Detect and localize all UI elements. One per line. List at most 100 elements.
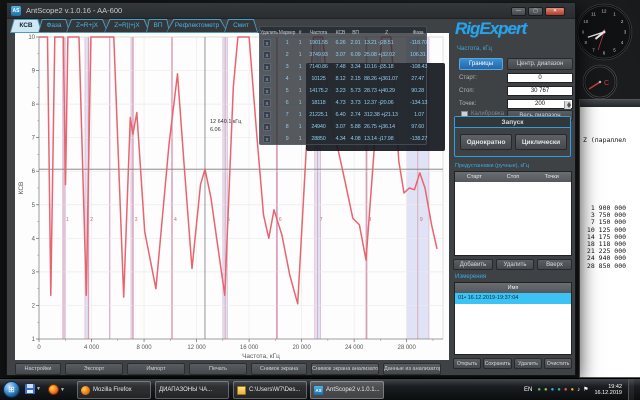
- toolbar-button-7[interactable]: Данные из анализатора: [383, 363, 441, 375]
- bounds-mode-button[interactable]: Границы: [459, 58, 503, 70]
- marker-delete-button[interactable]: X: [263, 123, 271, 131]
- marker-col-header: КСВ: [333, 30, 348, 36]
- preset-delete-button[interactable]: Удалить: [496, 259, 534, 270]
- show-desktop-button[interactable]: [628, 379, 634, 400]
- folder-icon: [237, 386, 246, 395]
- taskbar-task-folder[interactable]: C:\Users\W7\Des...: [233, 381, 307, 399]
- tab-ВП[interactable]: ВП: [146, 19, 170, 33]
- preset-add-button[interactable]: Добавить: [453, 259, 493, 270]
- svg-text:5: 5: [32, 203, 36, 209]
- tab-Фаза[interactable]: Фаза: [38, 19, 70, 33]
- toolbar-button-6[interactable]: Снимок экрана анализатора: [311, 363, 379, 375]
- quicklaunch-firefox[interactable]: ▼: [48, 384, 65, 395]
- marker-cell: 3.07: [333, 124, 348, 130]
- action-center-icon[interactable]: ⚑: [583, 387, 588, 393]
- maximize-button[interactable]: ▢: [528, 7, 543, 16]
- marker-table-popup: УдалитьМаркер#ЧастотаКСВВПZФаза X111901.…: [259, 26, 427, 145]
- taskbar-task-antscope[interactable]: ASAntScope2 v.1.0.1...: [310, 381, 384, 399]
- marker-delete-button[interactable]: X: [263, 39, 271, 47]
- measurement-open-button[interactable]: Открыть: [453, 358, 481, 369]
- measurement-item-selected[interactable]: 01• 16.12.2019-19:37:04: [455, 293, 571, 304]
- tab-КСВ[interactable]: КСВ: [10, 19, 42, 33]
- marker-col-header: #: [296, 30, 304, 36]
- start-frequency-input[interactable]: 0: [507, 73, 573, 83]
- start-button[interactable]: ⊞: [3, 381, 20, 398]
- toolbar-button-1[interactable]: Настройки: [15, 363, 61, 375]
- center-span-mode-button[interactable]: Центр, диапазон: [507, 58, 573, 70]
- volume-icon[interactable]: ♪: [577, 387, 580, 393]
- app-icon: AS: [11, 6, 21, 16]
- marker-cell: 3.73: [348, 100, 363, 106]
- marker-delete-button[interactable]: X: [263, 63, 271, 71]
- tab-bar: КСВФазаZ=R+jXZ=R||+jXВПРефлектометрСмит: [10, 19, 254, 33]
- marker-delete-button[interactable]: X: [263, 99, 271, 107]
- stop-frequency-input[interactable]: 30 767: [507, 86, 573, 96]
- toolbar-button-5[interactable]: Снимок экрана: [251, 363, 307, 375]
- marker-cell: 28850: [304, 136, 333, 142]
- toolbar-button-2[interactable]: Экспорт: [65, 363, 123, 375]
- notepad-text[interactable]: Z (параллел 1 900 000 3 750 000 7 150 00…: [580, 107, 640, 284]
- taskbar-clock[interactable]: 19:42 16.12.2019: [594, 384, 622, 397]
- marker-col-header: Маркер: [278, 30, 296, 36]
- toolbar-button-4[interactable]: Печать: [189, 363, 247, 375]
- marker-cell: 1.07: [410, 112, 426, 118]
- tray-status-blue-icon[interactable]: ●: [551, 387, 555, 393]
- svg-text:0: 0: [37, 345, 41, 351]
- chevron-down-icon[interactable]: ▼: [60, 387, 65, 393]
- marker-delete-button[interactable]: X: [263, 75, 271, 83]
- tab-Z=R+jX[interactable]: Z=R+jX: [66, 19, 108, 33]
- measurement-delete-button[interactable]: Удалить: [514, 358, 542, 369]
- points-input[interactable]: 200: [507, 99, 573, 109]
- close-button[interactable]: ✕: [545, 7, 565, 16]
- gauge-letter: C: [604, 80, 609, 87]
- marker-cell: 88.26 +j361.07: [363, 76, 410, 82]
- tray-icons: ●●●●●●♪⚑: [537, 387, 588, 393]
- marker-col-header: Удалить: [260, 30, 278, 36]
- svg-text:20 000: 20 000: [292, 345, 311, 351]
- language-indicator[interactable]: EN: [524, 387, 532, 393]
- marker-cell: 2.15: [348, 76, 363, 82]
- preset-up-button[interactable]: Вверх: [537, 259, 572, 270]
- points-spinner[interactable]: [564, 101, 571, 109]
- chevron-down-icon[interactable]: ▼: [36, 386, 41, 392]
- marker-delete-button[interactable]: X: [263, 135, 271, 143]
- tray-status-orange-icon[interactable]: ●: [570, 387, 574, 393]
- tray-status-green-icon[interactable]: ●: [537, 387, 541, 393]
- run-cyclic-button[interactable]: Циклически: [515, 134, 567, 150]
- notepad-window: Z (параллел 1 900 000 3 750 000 7 150 00…: [579, 99, 640, 378]
- taskbar-task-firefox[interactable]: Mozilla Firefox: [77, 381, 151, 399]
- presets-label: Предустановки (ручные), кГц: [455, 163, 529, 169]
- marker-cell: -108.43: [410, 64, 429, 70]
- tab-Рефлектометр[interactable]: Рефлектометр: [166, 19, 228, 33]
- taskbar: ⊞ ▼ ▼ Mozilla FirefoxДИАПАЗОНЫ ЧА...C:\U…: [0, 378, 640, 400]
- control-panel: RigExpert Частота, кГц Границы Центр, ди…: [453, 19, 573, 375]
- run-single-button[interactable]: Однократно: [460, 134, 512, 150]
- marker-delete-button[interactable]: X: [263, 111, 271, 119]
- marker-delete-button[interactable]: X: [263, 87, 271, 95]
- rigexpert-logo: RigExpert: [455, 19, 526, 39]
- toolbar-button-3[interactable]: Импорт: [127, 363, 185, 375]
- marker-cell: 90.28: [410, 88, 426, 94]
- marker-delete-button[interactable]: X: [263, 51, 271, 59]
- tab-Смит[interactable]: Смит: [224, 19, 258, 33]
- tab-Z=R||+jX[interactable]: Z=R||+jX: [104, 19, 150, 33]
- quicklaunch-save[interactable]: ▼: [25, 384, 41, 394]
- marker-cell: 7.48: [333, 64, 348, 70]
- tray-status-red-icon[interactable]: ●: [564, 387, 568, 393]
- marker-cell: 18118: [304, 100, 333, 106]
- taskbar-task-notepad[interactable]: ДИАПАЗОНЫ ЧА...: [155, 381, 229, 399]
- minimize-button[interactable]: —: [511, 7, 526, 16]
- marker-col-header: Фаза: [410, 30, 426, 36]
- bottom-toolbar: Настройки Экспорт Импорт Печать Снимок экран…: [15, 363, 449, 376]
- run-groupbox: Запуск Однократно Циклически: [454, 116, 571, 157]
- measurement-clear-button[interactable]: Очистить: [544, 358, 572, 369]
- svg-text:9: 9: [32, 69, 36, 75]
- presets-table[interactable]: Старт Стоп Точки: [454, 171, 572, 256]
- marker-row: X41101258.122.1588.26 +j361.0727.47: [260, 73, 426, 85]
- measurement-save-button[interactable]: Сохранить: [483, 358, 512, 369]
- measurements-table[interactable]: Имя 01• 16.12.2019-19:37:04: [454, 282, 572, 355]
- marker-cell: 106.31: [410, 52, 428, 58]
- tray-status-teal-icon[interactable]: ●: [557, 387, 561, 393]
- tray-status-lightgreen-icon[interactable]: ●: [544, 387, 548, 393]
- titlebar[interactable]: AS AntScope2 v.1.0.16 - AA-600 — ▢ ✕: [7, 3, 575, 19]
